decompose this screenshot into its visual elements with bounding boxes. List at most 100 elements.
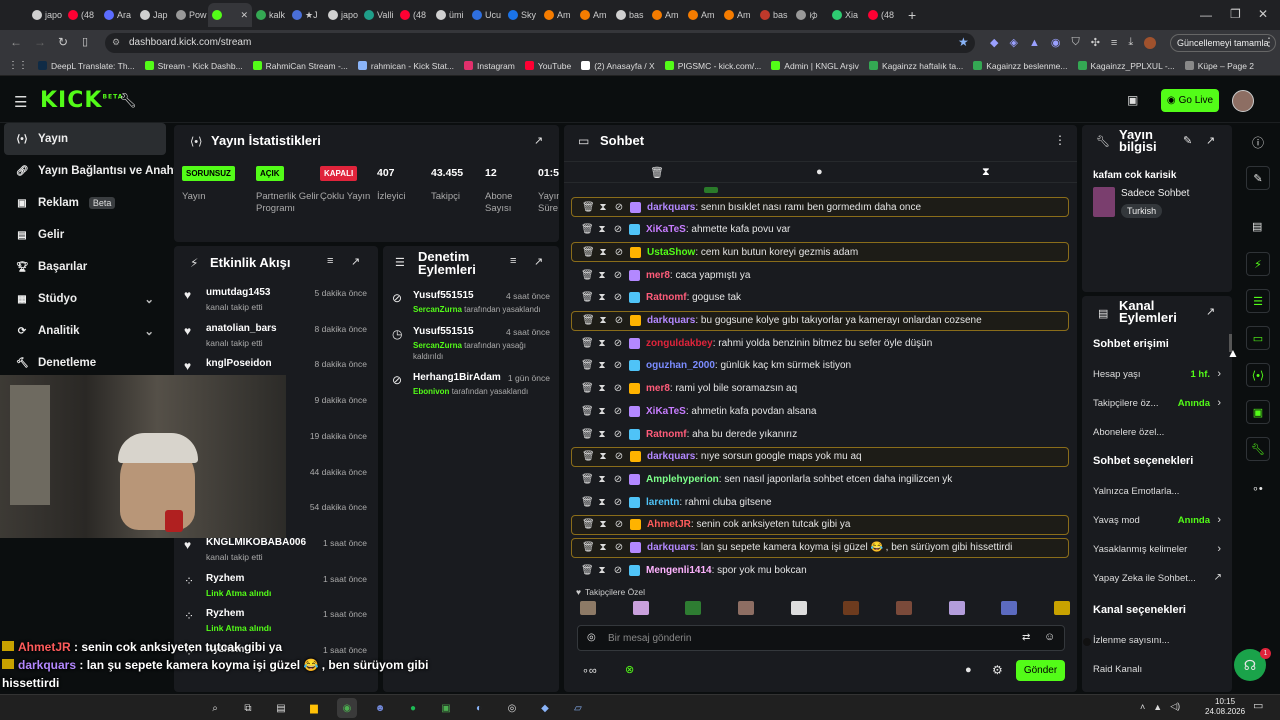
chat-settings-bubble-icon[interactable]: ●	[965, 664, 972, 676]
extension-icon[interactable]: ◆	[990, 36, 998, 49]
chat-message[interactable]: 🗑︎ ⧗ ⊘ UstaShow: cem kun butun koreyi gezmi…	[571, 242, 1069, 263]
timeout-icon[interactable]: ⧗	[597, 224, 607, 235]
bookmark-item[interactable]: Kagainzz haftalık ta...	[868, 61, 963, 71]
kick-logo[interactable]: KICKBETA	[40, 88, 123, 113]
timeout-icon[interactable]: ⧗	[597, 497, 607, 508]
chat-username[interactable]: UstaShow	[647, 247, 695, 258]
trash-icon[interactable]: 🗑︎	[581, 474, 594, 485]
browser-tab[interactable]: (48	[864, 3, 900, 27]
chat-username[interactable]: mer8	[646, 383, 670, 394]
ban-icon[interactable]: ⊘	[614, 519, 624, 530]
app-icon[interactable]: ▱	[568, 698, 588, 718]
chat-username[interactable]: darkquars	[647, 202, 695, 213]
browser-tab[interactable]: Pow	[172, 3, 208, 27]
sidebar-item-analytics[interactable]: ⟳ Analitik ⌄	[0, 315, 170, 347]
list-icon[interactable]: ☰	[1246, 289, 1270, 313]
spotify-icon[interactable]: ●	[403, 698, 423, 718]
browser-tab[interactable]: Ara	[100, 3, 136, 27]
timeout-icon[interactable]: ⧗	[597, 292, 607, 303]
popout-icon[interactable]: ↗	[351, 255, 360, 268]
broadcast-icon[interactable]: ⟨•⟩	[1246, 363, 1270, 387]
channel-setting-row[interactable]: Yapay Zeka ile Sohbet... ↗	[1082, 570, 1232, 590]
url-bar[interactable]: dashboard.kick.com/stream	[105, 33, 975, 53]
chat-message[interactable]: 🗑︎ ⧗ ⊘ XiKaTeS: ahmetin kafa povdan alsana	[571, 401, 1069, 421]
ban-icon[interactable]: ⊘	[614, 451, 624, 462]
menu-kebab-icon[interactable]: ⋮	[1263, 35, 1275, 49]
channel-icon[interactable]: ▤	[1252, 220, 1262, 233]
close-window-icon[interactable]: ✕	[1258, 7, 1268, 21]
bookmark-item[interactable]: Stream - Kick Dashb...	[144, 61, 243, 71]
browser-tab[interactable]: Am	[540, 3, 576, 27]
sidebar-item-link[interactable]: 🔗︎ Yayın Bağlantısı ve Anahtarı	[0, 155, 192, 187]
browser-tab[interactable]: Am	[684, 3, 720, 27]
browser-tab[interactable]: Valli	[360, 3, 396, 27]
reply-icon[interactable]: ◎	[587, 632, 596, 643]
tab-chat[interactable]: ●	[816, 166, 823, 178]
trash-icon[interactable]: 🗑︎	[582, 519, 595, 530]
gear-icon[interactable]: ⚙	[992, 663, 1003, 677]
video-icon[interactable]: ▣	[1246, 400, 1270, 424]
trash-icon[interactable]: 🗑︎	[582, 247, 595, 258]
task-view-icon[interactable]: ⧉	[238, 698, 258, 718]
discord-icon[interactable]: ☻	[370, 698, 390, 718]
media-icon[interactable]: ≡	[1111, 37, 1117, 49]
timeout-icon[interactable]: ⧗	[598, 315, 608, 326]
shield-icon[interactable]: ⛉	[1071, 36, 1079, 49]
sidepanel-icon[interactable]: ▯	[82, 35, 88, 48]
modlog-username[interactable]: Herhang1BirAdam	[413, 372, 501, 383]
trash-icon[interactable]: 🗑︎	[582, 202, 595, 213]
modlog-username[interactable]: Yusuf551515	[413, 290, 474, 301]
ban-icon[interactable]: ⊘	[613, 406, 623, 417]
chat-message[interactable]: 🗑︎ ⧗ ⊘ darkquars: bu gogsune kolye gıbı tak…	[571, 310, 1069, 331]
timeout-icon[interactable]: ⧗	[598, 202, 608, 213]
ban-icon[interactable]: ⊘	[613, 338, 623, 349]
back-icon[interactable]: ←	[10, 35, 22, 49]
channel-setting-row[interactable]: Hesap yaşı 1 hf. ›	[1082, 366, 1232, 386]
trash-icon[interactable]: 🗑︎	[581, 224, 594, 235]
forward-icon[interactable]: →	[34, 35, 46, 49]
kick-small-icon[interactable]: ⊗	[625, 663, 634, 676]
trash-icon[interactable]: 🗑︎	[581, 292, 594, 303]
ban-icon[interactable]: ⊘	[613, 565, 623, 576]
modlog-moderator[interactable]: SercanZurna	[413, 305, 462, 314]
chat-message[interactable]: 🗑︎ ⧗ ⊘ Amplehyperion: sen nasıl japonlarla …	[571, 469, 1069, 489]
ban-icon[interactable]: ⊘	[613, 224, 623, 235]
browser-tab[interactable]: bas	[612, 3, 648, 27]
file-manager-icon[interactable]: ▤	[271, 698, 291, 718]
minimize-icon[interactable]: —	[1200, 8, 1212, 22]
chevron-down-icon[interactable]: ⌄	[144, 292, 154, 306]
chat-message[interactable]: 🗑︎ ⧗ ⊘ darkquars: lan şu sepete kamera koym…	[571, 537, 1069, 558]
timeout-icon[interactable]: ⧗	[597, 270, 607, 281]
emote-icon[interactable]	[895, 601, 912, 615]
chrome-icon[interactable]: ◉	[337, 698, 357, 718]
sidebar-item-wallet[interactable]: ▤ Gelir	[0, 219, 170, 251]
chat-username[interactable]: oguzhan_2000	[646, 360, 715, 371]
channel-setting-row[interactable]: Abonelere özel...	[1082, 424, 1232, 444]
browser-tab[interactable]: ümi	[432, 3, 468, 27]
chat-username[interactable]: larentn	[646, 497, 679, 508]
chevron-right-icon[interactable]: ›	[1217, 397, 1221, 409]
emote-icon[interactable]	[948, 601, 965, 615]
browser-tab[interactable]: ゆ	[792, 3, 828, 27]
trash-icon[interactable]: 🗑︎	[582, 315, 595, 326]
timeout-icon[interactable]: ⧗	[597, 383, 607, 394]
tab-deleted-messages[interactable]: 🗑︎	[650, 166, 664, 179]
extension-icon[interactable]: ◈	[1009, 36, 1017, 49]
network-icon[interactable]: ▲	[1153, 702, 1162, 712]
activity-username[interactable]: umutdag1453	[206, 287, 270, 298]
chat-message[interactable]: 🗑︎ ⧗ ⊘ mer8: rami yol bile soramazsın aq	[571, 379, 1069, 399]
trash-icon[interactable]: 🗑︎	[581, 360, 594, 371]
emote-icon[interactable]	[632, 601, 649, 615]
emote-icon[interactable]	[843, 601, 860, 615]
emote-icon[interactable]	[685, 601, 702, 615]
sidebar-item-broadcast[interactable]: ⟨•⟩ Yayın	[4, 123, 166, 155]
bookmark-star-icon[interactable]: ★	[958, 35, 969, 49]
chevron-up-icon[interactable]: ˄	[1140, 702, 1145, 712]
browser-tab[interactable]: (48	[64, 3, 100, 27]
emote-icon[interactable]	[1053, 601, 1070, 615]
popout-icon[interactable]: ↗	[1206, 134, 1215, 147]
chat-message[interactable]: 🗑︎ ⧗ ⊘ darkquars: senın bısıklet nası ramı …	[571, 197, 1069, 217]
timeout-icon[interactable]: ⧗	[598, 451, 608, 462]
browser-tab[interactable]: japo	[28, 3, 64, 27]
chevron-down-icon[interactable]: ⌄	[144, 324, 154, 338]
